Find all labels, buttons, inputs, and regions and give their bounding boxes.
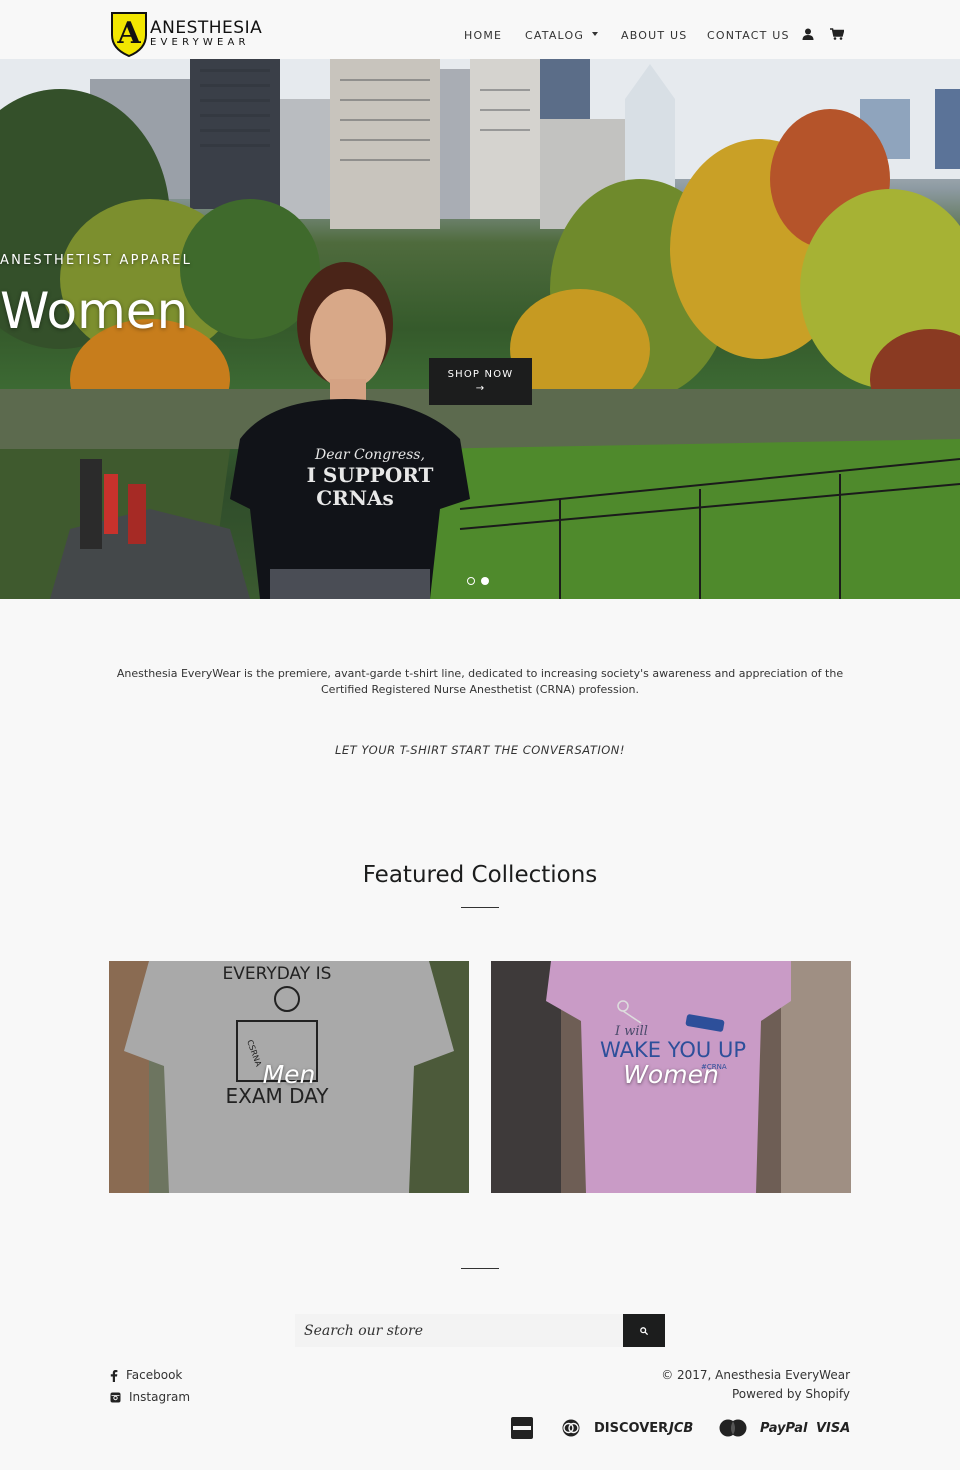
account-icon[interactable] bbox=[802, 28, 814, 40]
slide-dot-1[interactable] bbox=[467, 577, 475, 585]
nav-catalog[interactable]: CATALOG bbox=[525, 29, 599, 42]
logo-shield-icon: A bbox=[111, 12, 147, 57]
site-logo[interactable]: A ANESTHESIA EVERYWEAR bbox=[110, 11, 262, 57]
collection-men-label: Men bbox=[262, 1060, 316, 1089]
slideshow-dots bbox=[467, 577, 495, 585]
logo-wordmark: ANESTHESIA bbox=[150, 18, 263, 38]
section-divider bbox=[461, 907, 499, 908]
jcb-icon: JCB bbox=[669, 1421, 694, 1436]
nav-about[interactable]: ABOUT US bbox=[621, 29, 687, 42]
collection-men[interactable]: EVERYDAY IS CSRNA EXAM DAY Men bbox=[109, 961, 469, 1193]
social-facebook[interactable]: Facebook bbox=[110, 1368, 182, 1382]
discover-icon: DISCOVER bbox=[594, 1421, 669, 1436]
collection-women-label: Women bbox=[623, 1060, 719, 1089]
site-header: A ANESTHESIA EVERYWEAR HOME CATALOG ABOU… bbox=[0, 0, 960, 59]
footer-divider bbox=[461, 1268, 499, 1269]
shop-now-button[interactable]: SHOP NOW → bbox=[429, 358, 532, 405]
nav-home[interactable]: HOME bbox=[464, 29, 502, 42]
hero-title: Women bbox=[0, 282, 189, 340]
men-shirt-top: EVERYDAY IS bbox=[223, 964, 332, 984]
amex-icon bbox=[511, 1417, 533, 1439]
social-instagram-label: Instagram bbox=[129, 1390, 191, 1404]
social-instagram[interactable]: Instagram bbox=[110, 1390, 190, 1404]
arrow-right-icon: → bbox=[475, 383, 486, 394]
paypal-icon: PayPal bbox=[760, 1421, 808, 1436]
women-shirt-main: WAKE YOU UP bbox=[600, 1038, 746, 1062]
search-form bbox=[295, 1314, 665, 1347]
women-shirt-script: I will bbox=[614, 1024, 648, 1039]
svg-text:I SUPPORT: I SUPPORT bbox=[307, 463, 434, 487]
nav-catalog-label: CATALOG bbox=[525, 29, 585, 42]
featured-title: Featured Collections bbox=[362, 862, 598, 888]
svg-text:CRNAs: CRNAs bbox=[316, 486, 394, 510]
diners-club-icon bbox=[562, 1419, 580, 1437]
copyright: © 2017, Anesthesia EveryWear bbox=[661, 1368, 850, 1382]
intro-tagline: LET YOUR T-SHIRT START THE CONVERSATION! bbox=[334, 743, 626, 757]
collection-women[interactable]: I will WAKE YOU UP #CRNA Women bbox=[491, 961, 851, 1193]
svg-text:A: A bbox=[116, 16, 141, 51]
instagram-icon bbox=[110, 1392, 121, 1402]
search-icon bbox=[640, 1326, 648, 1335]
social-facebook-label: Facebook bbox=[126, 1368, 183, 1382]
search-input[interactable] bbox=[295, 1314, 623, 1347]
mastercard-icon bbox=[719, 1419, 747, 1437]
hero-slideshow: Dear Congress, I SUPPORT CRNAs ANESTHETI… bbox=[0, 59, 960, 599]
hero-kicker: ANESTHETIST APPAREL bbox=[0, 253, 193, 268]
facebook-icon bbox=[110, 1369, 118, 1382]
nav-contact[interactable]: CONTACT US bbox=[707, 29, 790, 42]
search-button[interactable] bbox=[623, 1314, 665, 1347]
slide-dot-2[interactable] bbox=[481, 577, 489, 585]
powered-by[interactable]: Powered by Shopify bbox=[732, 1387, 850, 1401]
intro-text: Anesthesia EveryWear is the premiere, av… bbox=[116, 667, 844, 696]
logo-subwordmark: EVERYWEAR bbox=[150, 37, 250, 48]
visa-icon: VISA bbox=[816, 1421, 851, 1436]
shop-now-label: SHOP NOW bbox=[447, 369, 514, 380]
chevron-down-icon bbox=[592, 32, 599, 36]
svg-text:Dear Congress,: Dear Congress, bbox=[314, 447, 425, 463]
cart-icon[interactable] bbox=[830, 28, 844, 40]
